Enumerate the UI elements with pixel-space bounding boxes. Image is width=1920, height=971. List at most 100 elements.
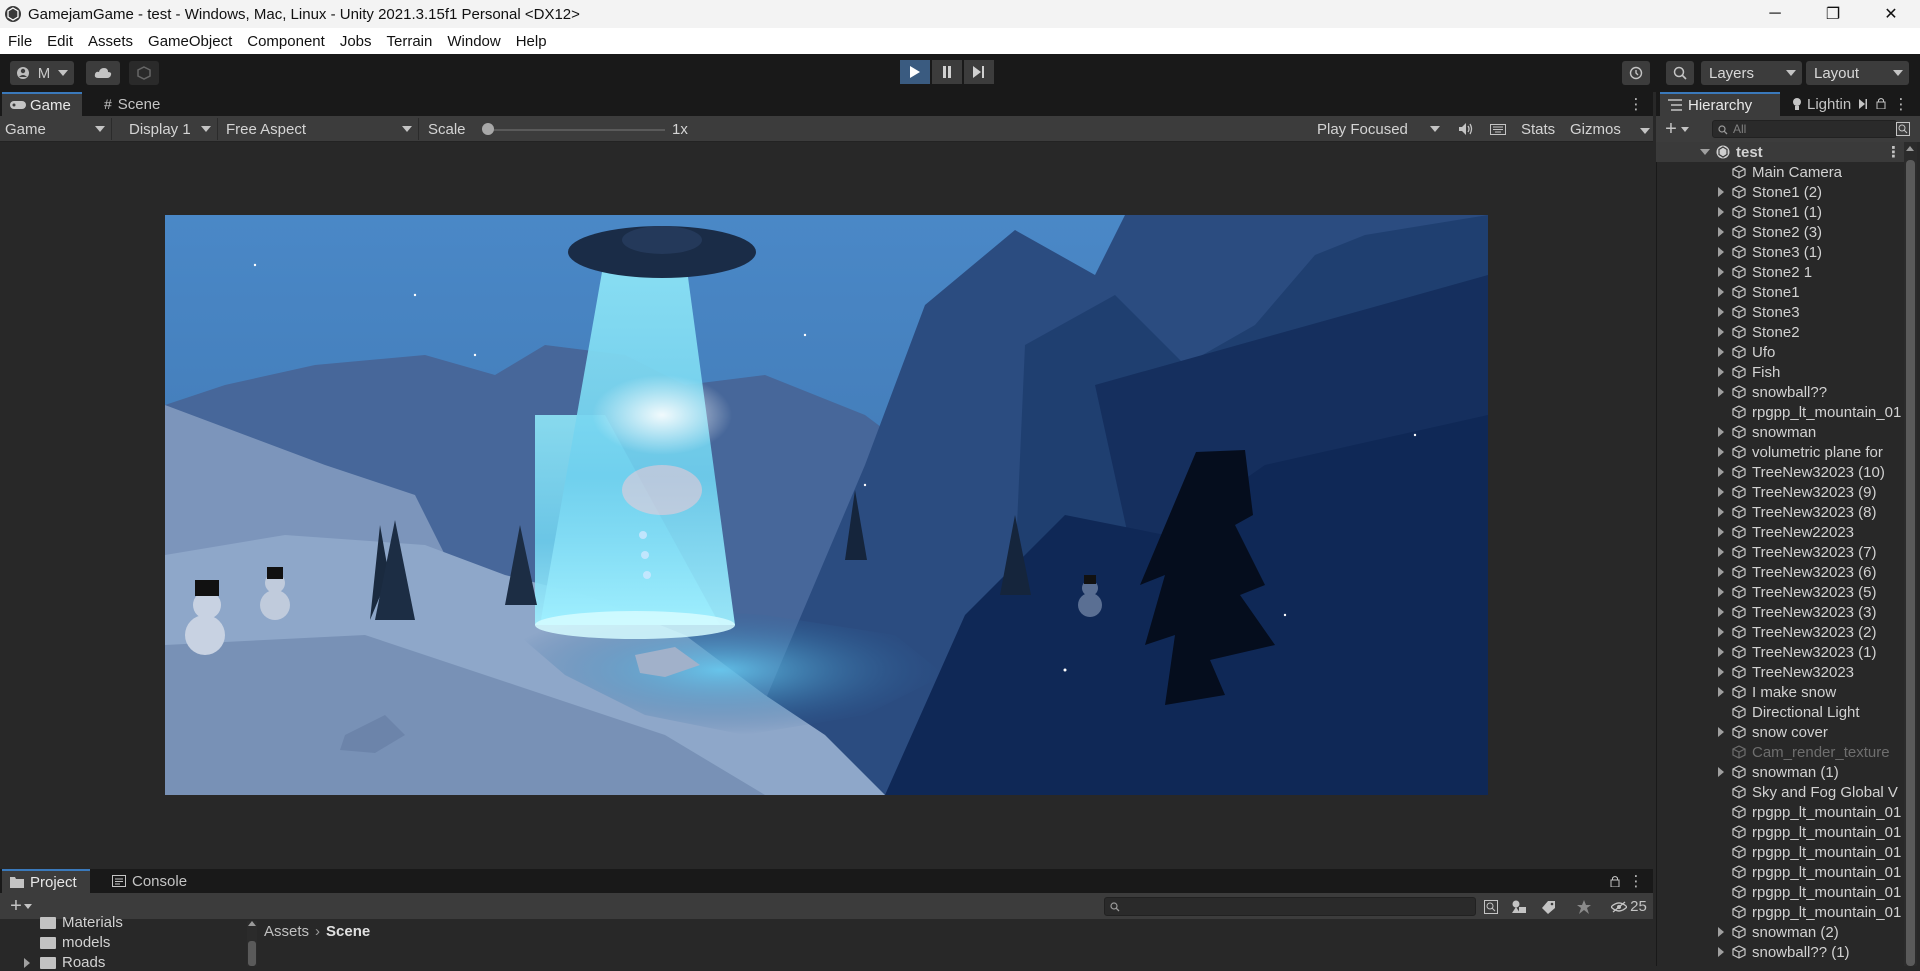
hierarchy-item[interactable]: Stone2: [1656, 322, 1906, 342]
menu-gameobject[interactable]: GameObject: [148, 33, 232, 50]
hierarchy-item[interactable]: Sky and Fog Global V: [1656, 782, 1906, 802]
expand-arrow-icon[interactable]: [1718, 647, 1724, 657]
hierarchy-item[interactable]: TreeNew32023 (2): [1656, 622, 1906, 642]
folder-item[interactable]: models: [40, 934, 110, 951]
hierarchy-item[interactable]: Main Camera: [1656, 162, 1906, 182]
search-scope-icon[interactable]: [1893, 119, 1913, 139]
lock-icon[interactable]: [1606, 872, 1624, 890]
expand-arrow-icon[interactable]: [1718, 227, 1724, 237]
expand-arrow-icon[interactable]: [1718, 607, 1724, 617]
gizmos-button[interactable]: Gizmos: [1570, 116, 1621, 142]
hierarchy-item[interactable]: TreeNew32023 (5): [1656, 582, 1906, 602]
menu-window[interactable]: Window: [447, 33, 500, 50]
hierarchy-item[interactable]: snowman (2): [1656, 922, 1906, 942]
hidden-packages-toggle[interactable]: 25: [1606, 897, 1652, 916]
filter-type-icon[interactable]: [1508, 897, 1530, 916]
hierarchy-item[interactable]: rpgpp_lt_mountain_01: [1656, 402, 1906, 422]
expand-arrow-icon[interactable]: [1718, 727, 1724, 737]
expand-arrow-icon[interactable]: [1718, 307, 1724, 317]
menu-assets[interactable]: Assets: [88, 33, 133, 50]
expand-arrow-icon[interactable]: [1718, 567, 1724, 577]
expand-arrow-icon[interactable]: [1718, 347, 1724, 357]
account-button[interactable]: M: [10, 61, 74, 85]
hierarchy-item[interactable]: Stone3: [1656, 302, 1906, 322]
more-options-icon[interactable]: ⋮: [1886, 143, 1901, 161]
layout-dropdown[interactable]: Layout: [1806, 61, 1909, 85]
hierarchy-item[interactable]: snowman: [1656, 422, 1906, 442]
step-button[interactable]: [964, 60, 994, 84]
hierarchy-item[interactable]: TreeNew22023: [1656, 522, 1906, 542]
gizmos-dropdown[interactable]: [1637, 120, 1651, 140]
expand-arrow-icon[interactable]: [1700, 149, 1710, 155]
menu-help[interactable]: Help: [516, 33, 547, 50]
hierarchy-item[interactable]: TreeNew32023 (9): [1656, 482, 1906, 502]
folder-item[interactable]: Roads: [24, 954, 105, 971]
hierarchy-item[interactable]: snowball?? (1): [1656, 942, 1906, 962]
expand-arrow-icon[interactable]: [1718, 487, 1724, 497]
hierarchy-item[interactable]: rpgpp_lt_mountain_01: [1656, 802, 1906, 822]
more-options-icon[interactable]: ⋮: [1894, 92, 1909, 116]
cloud-button[interactable]: [86, 61, 120, 85]
expand-arrow-icon[interactable]: [1718, 627, 1724, 637]
label-filter-icon[interactable]: [1538, 897, 1560, 916]
tab-scene[interactable]: # Scene: [96, 92, 176, 116]
expand-arrow-icon[interactable]: [1718, 287, 1724, 297]
hierarchy-item[interactable]: volumetric plane for: [1656, 442, 1906, 462]
expand-arrow-icon[interactable]: [1718, 767, 1724, 777]
expand-arrow-icon[interactable]: [1718, 547, 1724, 557]
scale-slider-handle[interactable]: [482, 123, 494, 135]
expand-arrow-icon[interactable]: [1718, 447, 1724, 457]
hierarchy-item[interactable]: Ufo: [1656, 342, 1906, 362]
hierarchy-scene-row[interactable]: test ⋮: [1656, 142, 1904, 162]
hierarchy-item[interactable]: Fish: [1656, 362, 1906, 382]
play-button[interactable]: [900, 60, 930, 84]
hierarchy-search-input[interactable]: All: [1712, 120, 1897, 138]
hierarchy-item[interactable]: rpgpp_lt_mountain_01: [1656, 902, 1906, 922]
tab-scroll-right-icon[interactable]: [1856, 92, 1870, 116]
view-mode-dropdown[interactable]: Game: [0, 118, 112, 140]
hierarchy-item[interactable]: Stone2 (3): [1656, 222, 1906, 242]
more-options-icon[interactable]: ⋮: [1628, 870, 1644, 892]
tab-console[interactable]: Console: [104, 869, 204, 893]
tab-project[interactable]: Project: [2, 869, 90, 893]
hierarchy-item[interactable]: TreeNew32023 (7): [1656, 542, 1906, 562]
hierarchy-item[interactable]: Directional Light: [1656, 702, 1906, 722]
expand-arrow-icon[interactable]: [1718, 267, 1724, 277]
minimize-button[interactable]: ─: [1746, 0, 1804, 28]
expand-arrow-icon[interactable]: [1718, 687, 1724, 697]
game-viewport[interactable]: [165, 215, 1488, 795]
hierarchy-item[interactable]: snow cover: [1656, 722, 1906, 742]
menu-terrain[interactable]: Terrain: [387, 33, 433, 50]
tab-game[interactable]: Game: [2, 92, 82, 116]
hierarchy-item[interactable]: rpgpp_lt_mountain_01: [1656, 882, 1906, 902]
expand-arrow-icon[interactable]: [1718, 367, 1724, 377]
collab-button[interactable]: [129, 61, 159, 85]
hierarchy-item[interactable]: Cam_render_texture: [1656, 742, 1906, 762]
search-button[interactable]: [1666, 61, 1694, 85]
folder-tree-scrollbar-thumb[interactable]: [248, 941, 256, 966]
pause-button[interactable]: [932, 60, 962, 84]
hierarchy-item[interactable]: TreeNew32023 (1): [1656, 642, 1906, 662]
lock-icon[interactable]: [1874, 94, 1888, 112]
aspect-dropdown[interactable]: Free Aspect: [219, 118, 419, 140]
hierarchy-item[interactable]: snowman (1): [1656, 762, 1906, 782]
expand-arrow-icon[interactable]: [1718, 207, 1724, 217]
star-icon[interactable]: [1574, 897, 1594, 916]
expand-arrow-icon[interactable]: [1718, 187, 1724, 197]
more-options-icon[interactable]: ⋮: [1628, 92, 1644, 116]
hierarchy-item[interactable]: Stone1: [1656, 282, 1906, 302]
audio-mute-button[interactable]: [1455, 118, 1477, 140]
hierarchy-item[interactable]: Stone3 (1): [1656, 242, 1906, 262]
scroll-up-arrow-icon[interactable]: [248, 921, 256, 926]
hierarchy-item[interactable]: Stone1 (2): [1656, 182, 1906, 202]
close-button[interactable]: ✕: [1862, 0, 1920, 28]
hierarchy-item[interactable]: I make snow: [1656, 682, 1906, 702]
expand-arrow-icon[interactable]: [1718, 327, 1724, 337]
breadcrumb-scene[interactable]: Scene: [326, 923, 370, 940]
folder-item[interactable]: Materials: [40, 914, 123, 931]
hierarchy-scrollbar-thumb[interactable]: [1906, 160, 1915, 966]
expand-arrow-icon[interactable]: [1718, 587, 1724, 597]
scale-slider-track[interactable]: [483, 129, 665, 131]
menu-jobs[interactable]: Jobs: [340, 33, 372, 50]
tab-lighting[interactable]: Lightin: [1784, 92, 1866, 116]
